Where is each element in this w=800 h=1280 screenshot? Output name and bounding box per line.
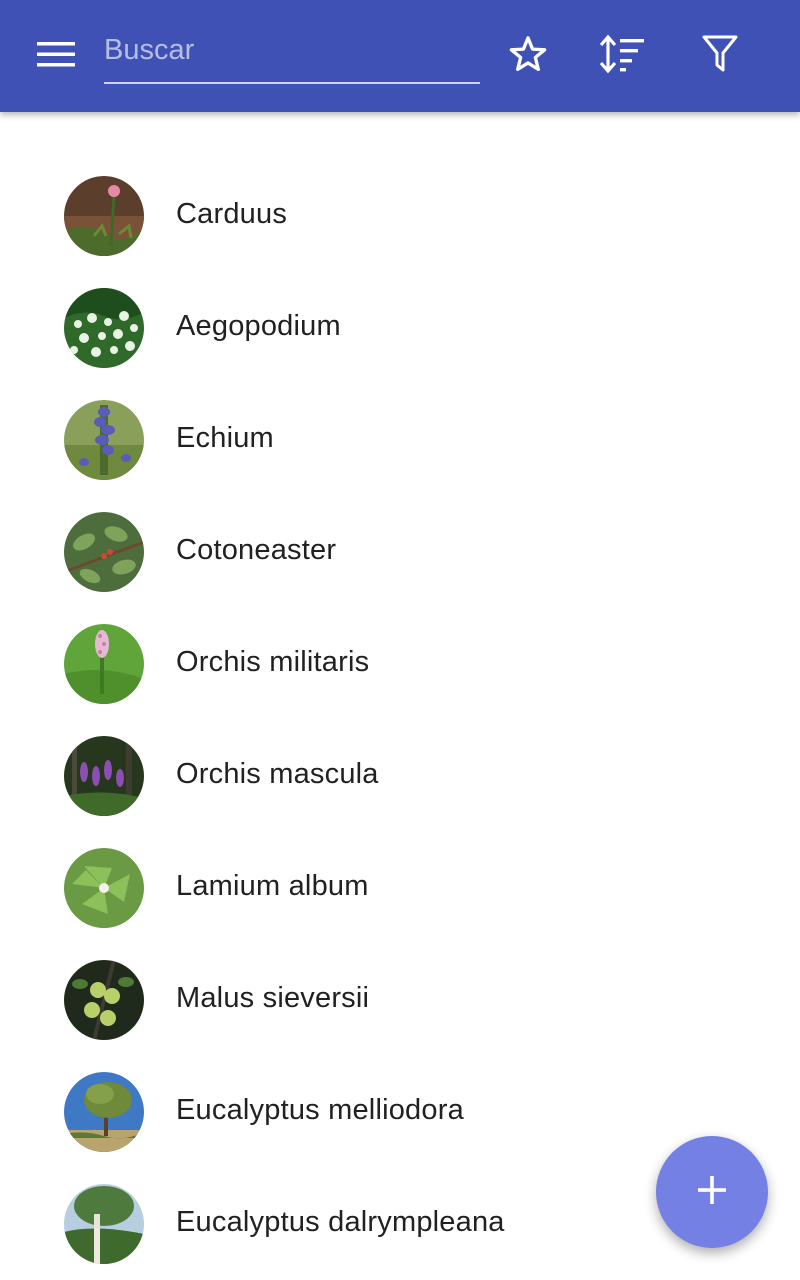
plant-name: Echium <box>176 422 274 454</box>
plant-photo-icon <box>64 736 144 816</box>
favorites-button[interactable] <box>498 26 558 86</box>
add-button[interactable] <box>656 1136 768 1248</box>
plant-list: Carduus Aegopodium Echium Cotoneaster Or… <box>0 160 800 1280</box>
plant-photo-icon <box>64 624 144 704</box>
list-item[interactable]: Echium <box>0 384 800 496</box>
menu-button[interactable] <box>24 26 88 86</box>
plant-photo-icon <box>64 288 144 368</box>
plant-photo-icon <box>64 960 144 1040</box>
sort-button[interactable] <box>593 26 653 86</box>
plant-name: Aegopodium <box>176 310 341 342</box>
search-field <box>104 24 480 84</box>
list-item[interactable]: Aegopodium <box>0 272 800 384</box>
plant-photo-icon <box>64 512 144 592</box>
list-item[interactable]: Orchis mascula <box>0 720 800 832</box>
list-item[interactable]: Orchis militaris <box>0 608 800 720</box>
plant-name: Cotoneaster <box>176 534 337 566</box>
filter-button[interactable] <box>690 26 750 86</box>
plant-name: Carduus <box>176 198 288 230</box>
plant-photo-icon <box>64 1072 144 1152</box>
plant-photo-icon <box>64 1184 144 1264</box>
plant-photo-icon <box>64 400 144 480</box>
list-item[interactable]: Carduus <box>0 160 800 272</box>
plus-icon <box>696 1174 728 1211</box>
plant-name: Orchis militaris <box>176 646 370 678</box>
plant-name: Malus sieversii <box>176 982 370 1014</box>
search-input[interactable] <box>104 28 480 72</box>
app-bar <box>0 0 800 112</box>
plant-name: Eucalyptus melliodora <box>176 1094 464 1126</box>
plant-photo-icon <box>64 176 144 256</box>
list-item[interactable]: Cotoneaster <box>0 496 800 608</box>
plant-name: Lamium album <box>176 870 369 902</box>
plant-photo-icon <box>64 848 144 928</box>
plant-name: Eucalyptus dalrympleana <box>176 1206 505 1238</box>
list-item[interactable]: Lamium album <box>0 832 800 944</box>
list-item[interactable]: Malus sieversii <box>0 944 800 1056</box>
plant-name: Orchis mascula <box>176 758 379 790</box>
filter-icon <box>702 35 738 78</box>
sort-icon <box>599 34 646 79</box>
star-outline-icon <box>507 33 549 80</box>
hamburger-menu-icon <box>37 40 75 73</box>
